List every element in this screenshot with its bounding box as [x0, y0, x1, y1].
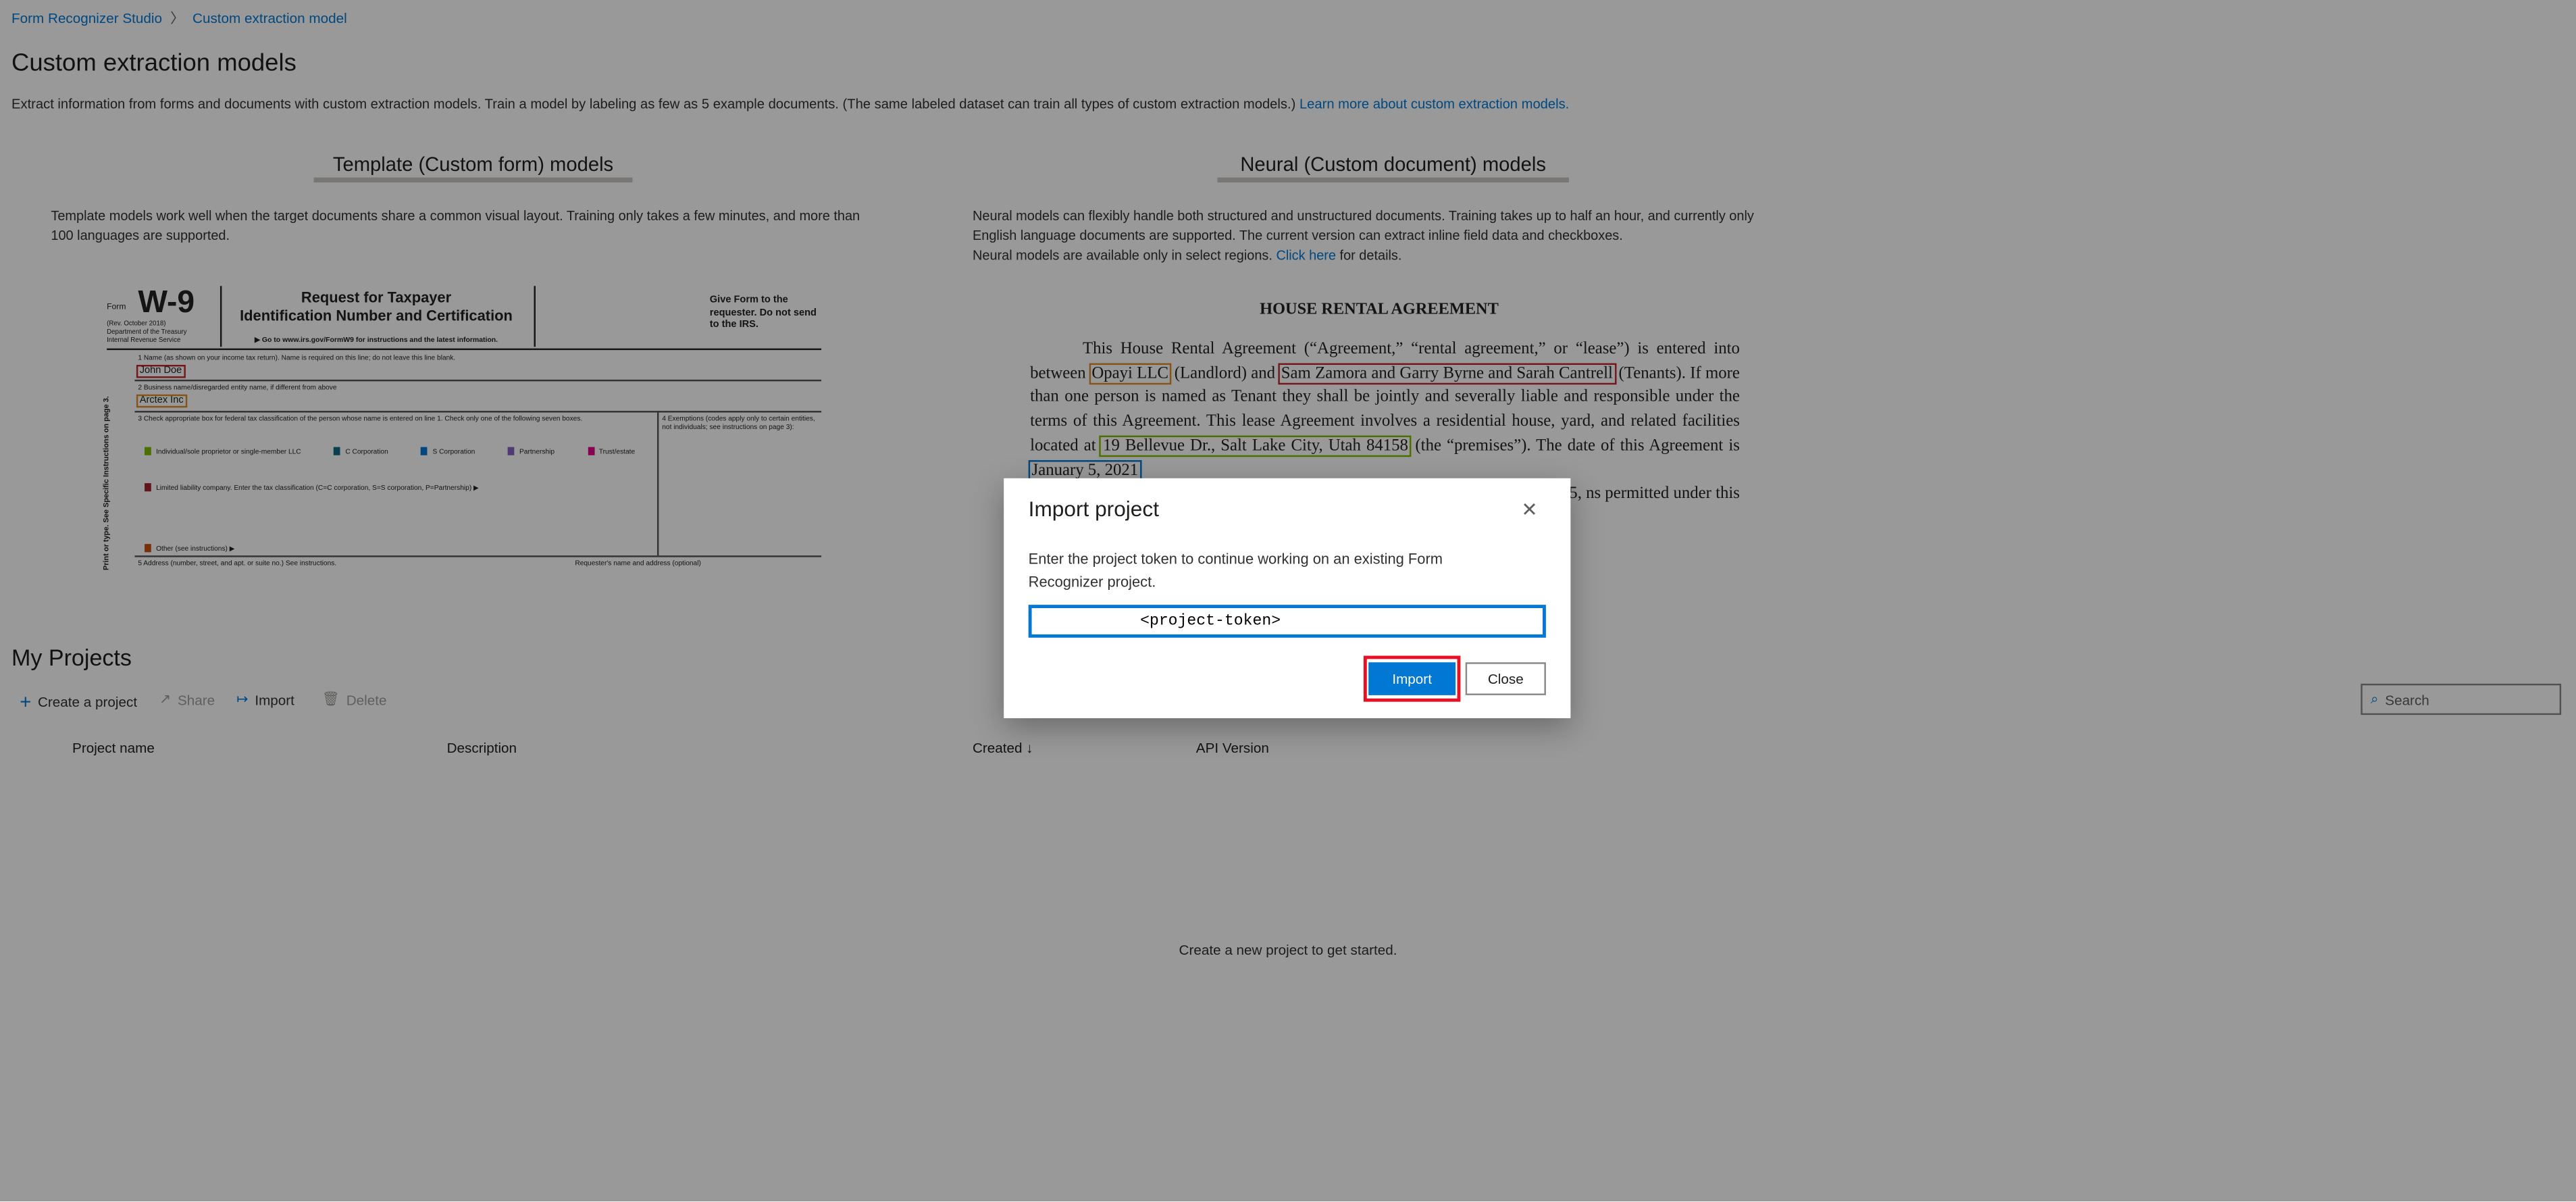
- dialog-title: Import project: [1028, 496, 1160, 522]
- close-icon[interactable]: ✕: [1521, 498, 1537, 521]
- import-project-dialog: Import project ✕ Enter the project token…: [1004, 478, 1571, 718]
- close-button[interactable]: Close: [1465, 662, 1546, 695]
- project-token-input[interactable]: <project-token>: [1028, 605, 1546, 638]
- import-confirm-button[interactable]: Import: [1368, 662, 1456, 695]
- dialog-description: Enter the project token to continue work…: [1028, 550, 1443, 591]
- page: Form Recognizer Studio 〉 Custom extraction…: [0, 0, 2576, 1202]
